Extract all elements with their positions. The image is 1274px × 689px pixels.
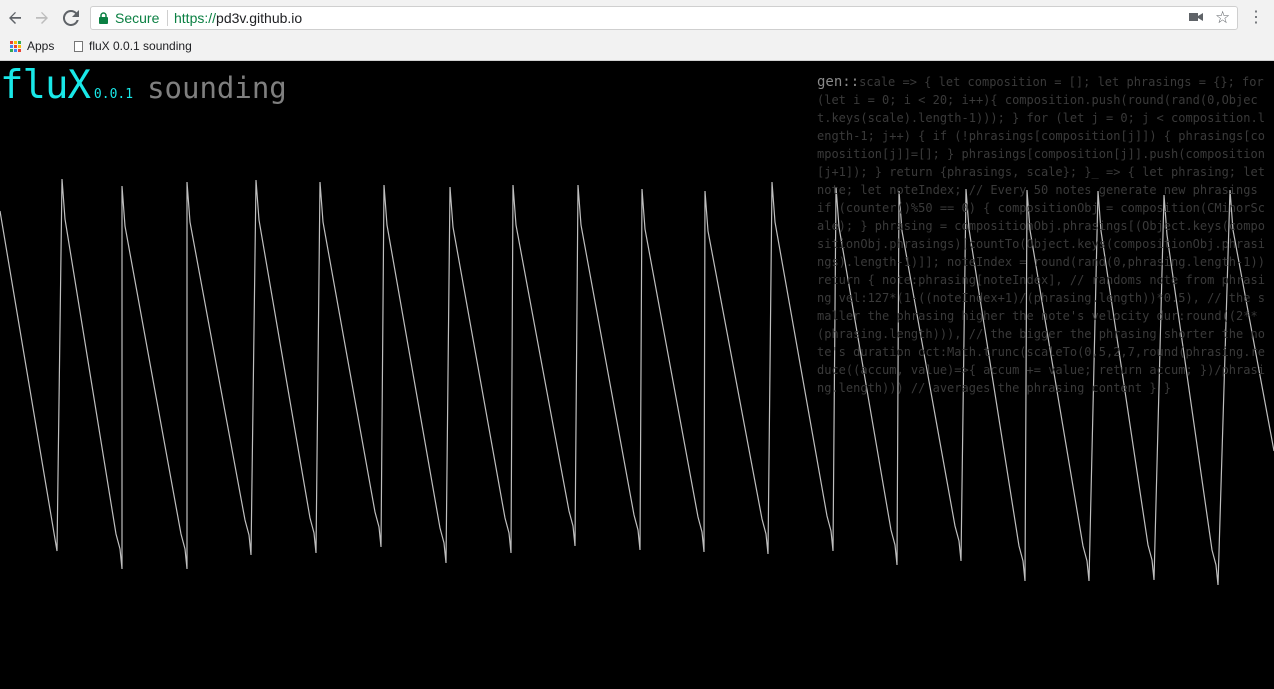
- app-title: fluX: [0, 63, 91, 108]
- page-icon: [74, 40, 83, 52]
- arrow-left-icon: [9, 12, 21, 24]
- bookmarks-bar: Apps fluX 0.0.1 sounding: [0, 37, 1274, 61]
- bookmark-item[interactable]: fluX 0.0.1 sounding: [74, 39, 192, 53]
- page-viewport: fluX 0.0.1 sounding gen::scale => { let co…: [0, 61, 1274, 689]
- generator-code: gen::scale => { let composition = []; le…: [817, 73, 1269, 397]
- address-bar[interactable]: Secure https://pd3v.github.io ☆: [90, 6, 1238, 30]
- reload-icon: [63, 10, 79, 26]
- video-camera-icon[interactable]: [1189, 10, 1203, 27]
- browser-toolbar: Secure https://pd3v.github.io ☆ ⋮: [0, 0, 1274, 37]
- url-scheme: https://: [174, 10, 217, 26]
- bookmark-apps[interactable]: Apps: [10, 39, 54, 53]
- bookmark-item-label: fluX 0.0.1 sounding: [89, 39, 192, 53]
- code-label: gen::: [817, 74, 860, 90]
- app-status: sounding: [147, 71, 287, 105]
- secure-label: Secure: [115, 10, 160, 26]
- star-icon[interactable]: ☆: [1215, 8, 1230, 28]
- forward-button[interactable]: [31, 7, 53, 29]
- app-version: 0.0.1: [93, 87, 134, 102]
- bookmark-apps-label: Apps: [27, 39, 55, 53]
- reload-button[interactable]: [60, 7, 82, 29]
- url-text[interactable]: https://pd3v.github.io: [174, 10, 302, 26]
- url-host: pd3v.github.io: [216, 10, 303, 26]
- app-logo: fluX 0.0.1 sounding: [0, 63, 287, 108]
- lock-icon: [99, 12, 108, 24]
- arrow-right-icon: [36, 12, 48, 24]
- code-text: scale => { let composition = []; let phr…: [817, 75, 1273, 395]
- back-button[interactable]: [4, 7, 26, 29]
- more-vert-icon[interactable]: ⋮: [1248, 8, 1264, 28]
- omnibox-divider: [167, 10, 168, 26]
- apps-grid-icon: [10, 40, 21, 52]
